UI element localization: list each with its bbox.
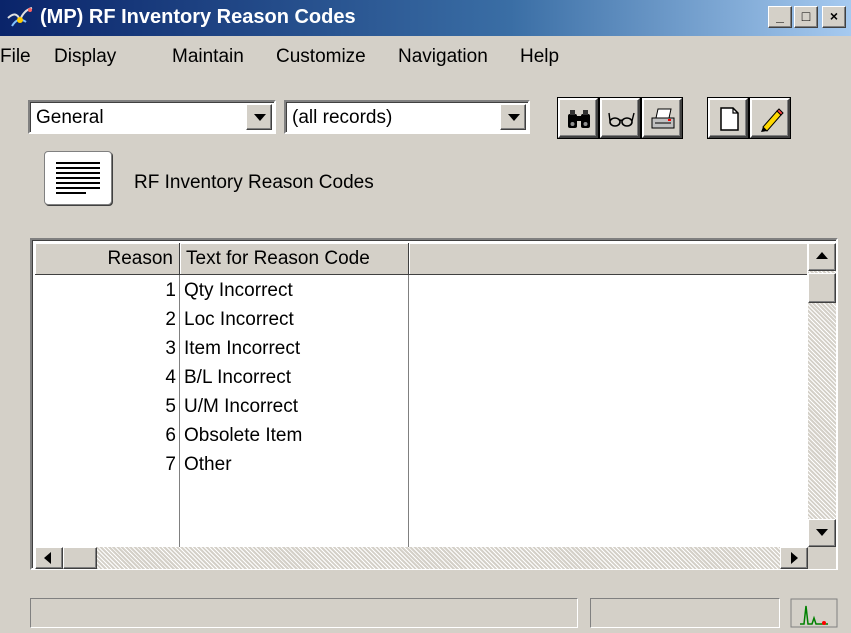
text-cell: B/L Incorrect (184, 367, 292, 388)
reason-cell: 5 (165, 396, 176, 417)
column-header-reason[interactable]: Reason (35, 243, 180, 274)
table-row[interactable]: 1 Qty Incorrect (35, 280, 409, 309)
table-row[interactable]: 4 B/L Incorrect (35, 367, 409, 396)
scroll-down-arrow-icon[interactable] (808, 519, 836, 547)
document-list-icon (44, 151, 112, 205)
column-header-text[interactable]: Text for Reason Code (180, 243, 409, 274)
menu-help[interactable]: Help (520, 46, 559, 68)
scroll-up-arrow-icon[interactable] (808, 243, 836, 271)
vertical-scroll-thumb[interactable] (808, 273, 836, 303)
text-cell: Item Incorrect (184, 338, 301, 359)
menu-maintain[interactable]: Maintain (172, 46, 244, 68)
page-title: RF Inventory Reason Codes (134, 172, 374, 193)
scroll-left-arrow-icon[interactable] (35, 547, 63, 569)
binoculars-icon (568, 110, 590, 128)
view-select[interactable]: General (28, 100, 276, 134)
close-button[interactable]: × (822, 6, 846, 28)
text-cell: Other (184, 454, 232, 475)
table-row[interactable]: 6 Obsolete Item (35, 425, 409, 454)
reason-cell: 7 (165, 454, 176, 475)
view-select-value: General (36, 107, 104, 128)
reason-cell: 1 (165, 280, 176, 301)
table-row[interactable]: 2 Loc Incorrect (35, 309, 409, 338)
table-row[interactable]: 3 Item Incorrect (35, 338, 409, 367)
new-record-button[interactable] (708, 98, 748, 138)
activity-graph-icon (790, 598, 838, 628)
text-cell: Loc Incorrect (184, 309, 294, 330)
menu-navigation[interactable]: Navigation (398, 46, 488, 68)
chevron-down-icon[interactable] (500, 104, 526, 130)
table-row[interactable]: 5 U/M Incorrect (35, 396, 409, 425)
grid-header: Reason Text for Reason Code (35, 243, 807, 275)
vertical-scrollbar[interactable] (808, 243, 836, 547)
table-row[interactable]: 7 Other (35, 454, 409, 483)
view-button[interactable] (600, 98, 640, 138)
window-title: (MP) RF Inventory Reason Codes (40, 6, 356, 28)
menu-customize[interactable]: Customize (276, 46, 366, 68)
print-button[interactable] (642, 98, 682, 138)
close-icon: × (829, 8, 839, 24)
minimize-icon: _ (776, 8, 784, 24)
maximize-icon: □ (801, 8, 811, 24)
reason-code-grid[interactable]: Reason Text for Reason Code 1 Qty Incorr… (30, 238, 838, 570)
reason-cell: 6 (165, 425, 176, 446)
reason-cell: 2 (165, 309, 176, 330)
glasses-icon (608, 112, 635, 127)
minimize-button[interactable]: _ (768, 6, 792, 28)
maximize-button[interactable]: □ (794, 6, 818, 28)
scroll-right-arrow-icon[interactable] (780, 547, 808, 569)
edit-button[interactable] (750, 98, 790, 138)
app-icon (7, 7, 33, 27)
reason-cell: 3 (165, 338, 176, 359)
text-cell: Qty Incorrect (184, 280, 293, 301)
scrollbar-corner (808, 547, 836, 569)
filter-select[interactable]: (all records) (284, 100, 530, 134)
pencil-icon (761, 108, 784, 132)
text-cell: U/M Incorrect (184, 396, 299, 417)
menu-display[interactable]: Display (54, 46, 116, 68)
find-button[interactable] (558, 98, 598, 138)
horizontal-scroll-thumb[interactable] (63, 547, 97, 569)
text-cell: Obsolete Item (184, 425, 303, 446)
status-panel-secondary (590, 598, 780, 628)
status-panel-main (30, 598, 578, 628)
menu-file[interactable]: File (0, 46, 31, 68)
column-header-empty (409, 243, 807, 274)
new-document-icon (720, 107, 739, 131)
printer-icon (651, 108, 675, 129)
reason-cell: 4 (165, 367, 176, 388)
title-bar[interactable]: (MP) RF Inventory Reason Codes _ □ × (0, 0, 851, 36)
filter-select-value: (all records) (292, 107, 393, 128)
chevron-down-icon[interactable] (246, 104, 272, 130)
horizontal-scrollbar[interactable] (35, 547, 808, 569)
